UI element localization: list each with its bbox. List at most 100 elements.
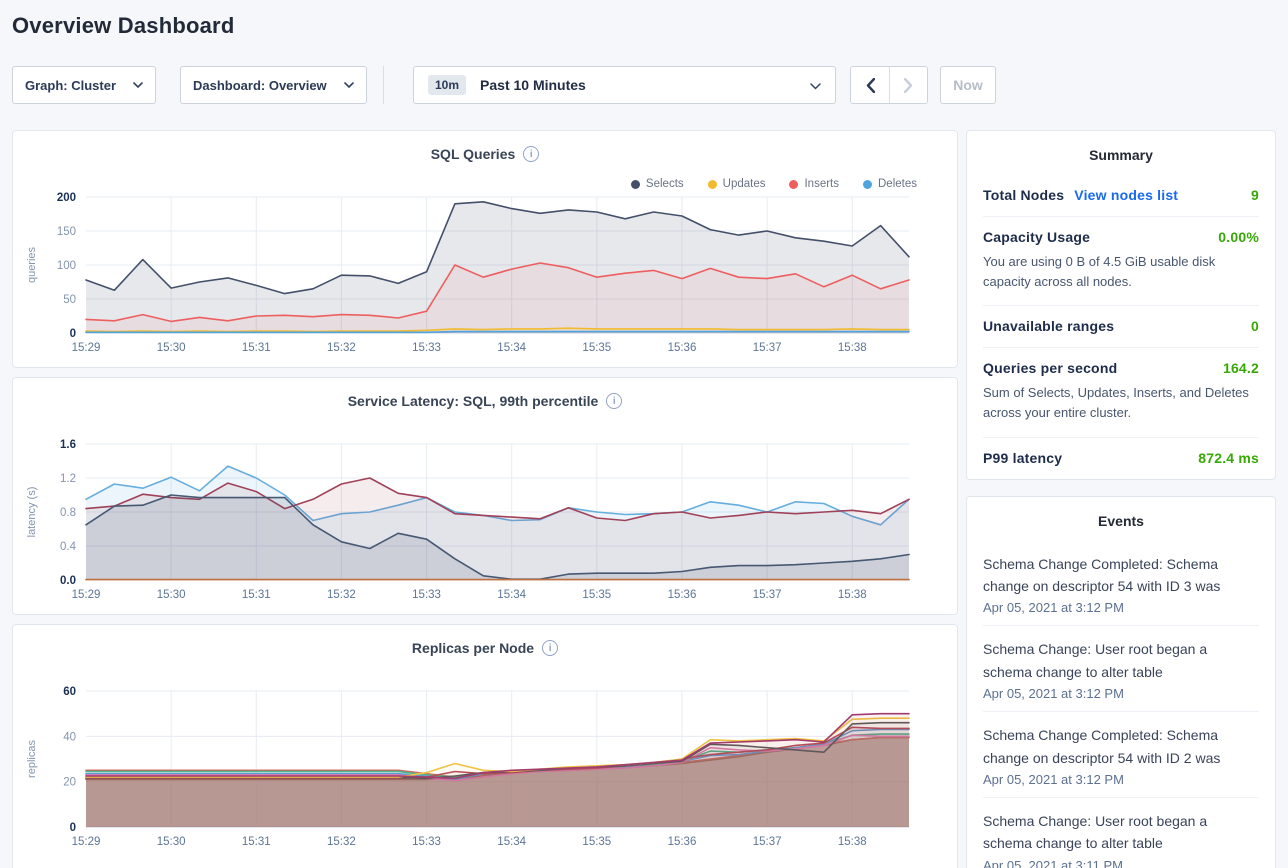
metric-label: Capacity Usage: [983, 229, 1090, 245]
graph-dropdown[interactable]: Graph: Cluster: [12, 66, 156, 104]
svg-text:replicas: replicas: [26, 740, 38, 778]
metric-p99-latency: P99 latency 872.4 ms: [983, 437, 1259, 479]
svg-text:15:36: 15:36: [668, 589, 697, 601]
svg-text:15:35: 15:35: [582, 342, 611, 354]
event-item[interactable]: Schema Change: User root began a schema …: [983, 797, 1259, 868]
svg-text:150: 150: [57, 226, 76, 238]
next-range-button[interactable]: [889, 67, 927, 103]
svg-text:15:29: 15:29: [72, 342, 101, 354]
page-title: Overview Dashboard: [0, 0, 1288, 39]
svg-text:15:33: 15:33: [412, 836, 441, 848]
svg-text:15:34: 15:34: [497, 589, 526, 601]
svg-text:latency (s): latency (s): [26, 487, 38, 538]
svg-text:100: 100: [57, 260, 76, 272]
chart-title: Replicas per Node: [412, 640, 534, 656]
time-range-badge: 10m: [428, 75, 466, 95]
charts-column: SQL Queries i Selects Updates Inserts De…: [12, 130, 958, 868]
svg-text:15:38: 15:38: [838, 342, 867, 354]
svg-text:15:37: 15:37: [753, 342, 782, 354]
info-icon[interactable]: i: [523, 146, 539, 162]
info-icon[interactable]: i: [606, 393, 622, 409]
dashboard-dropdown-label: Dashboard: Overview: [193, 78, 327, 93]
svg-text:15:29: 15:29: [72, 836, 101, 848]
main-content: SQL Queries i Selects Updates Inserts De…: [12, 130, 1276, 868]
service-latency-chart[interactable]: 0.00.40.81.21.615:2915:3015:3115:3215:33…: [13, 428, 959, 606]
metric-value: 0.00%: [1218, 229, 1259, 245]
svg-text:15:29: 15:29: [72, 589, 101, 601]
chevron-left-icon: [866, 78, 875, 93]
metric-label: Unavailable ranges: [983, 318, 1114, 334]
replicas-per-node-chart-card: Replicas per Node i 0 20 40 60 15:29 15:30 15:…: [12, 624, 958, 868]
time-range-picker[interactable]: 10m Past 10 Minutes: [413, 66, 836, 104]
svg-text:15:30: 15:30: [157, 836, 186, 848]
event-message: Schema Change: User root began a schema …: [983, 810, 1259, 855]
svg-text:1.2: 1.2: [60, 473, 76, 485]
time-pager: [850, 66, 928, 104]
summary-title: Summary: [983, 131, 1259, 175]
sql-queries-chart[interactable]: 05010015020015:2915:3015:3115:3215:3315:…: [13, 181, 959, 359]
time-range-label: Past 10 Minutes: [480, 77, 586, 93]
now-button-label: Now: [953, 77, 983, 93]
svg-text:15:32: 15:32: [327, 342, 356, 354]
view-nodes-list-link[interactable]: View nodes list: [1074, 187, 1178, 203]
svg-text:15:31: 15:31: [242, 589, 271, 601]
metric-queries-per-second: Queries per second 164.2 Sum of Selects,…: [983, 347, 1259, 436]
graph-dropdown-label: Graph: Cluster: [25, 78, 116, 93]
svg-text:15:37: 15:37: [753, 589, 782, 601]
chart-title-row: SQL Queries i: [13, 131, 957, 162]
svg-text:50: 50: [63, 294, 76, 306]
svg-text:15:33: 15:33: [412, 342, 441, 354]
svg-text:15:36: 15:36: [668, 342, 697, 354]
event-item[interactable]: Schema Change Completed: Schema change o…: [983, 541, 1259, 626]
replicas-per-node-chart[interactable]: 020406015:2915:3015:3115:3215:3315:3415:…: [13, 675, 959, 853]
summary-panel: Summary Total Nodes View nodes list 9 Ca…: [966, 130, 1276, 480]
svg-text:15:34: 15:34: [497, 836, 526, 848]
chevron-down-icon: [810, 83, 821, 90]
svg-text:0.4: 0.4: [60, 541, 77, 553]
svg-text:15:38: 15:38: [838, 836, 867, 848]
svg-text:15:34: 15:34: [497, 342, 526, 354]
chart-title: Service Latency: SQL, 99th percentile: [348, 393, 599, 409]
event-item[interactable]: Schema Change: User root began a schema …: [983, 625, 1259, 711]
sql-queries-chart-card: SQL Queries i Selects Updates Inserts De…: [12, 130, 958, 368]
now-button[interactable]: Now: [940, 66, 996, 104]
svg-text:60: 60: [63, 686, 76, 698]
event-timestamp: Apr 05, 2021 at 3:12 PM: [983, 600, 1259, 615]
event-timestamp: Apr 05, 2021 at 3:12 PM: [983, 772, 1259, 787]
toolbar: Graph: Cluster Dashboard: Overview 10m P…: [12, 66, 1276, 104]
event-item[interactable]: Schema Change Completed: Schema change o…: [983, 711, 1259, 797]
svg-text:queries: queries: [26, 246, 38, 283]
metric-label: P99 latency: [983, 450, 1062, 466]
svg-text:15:32: 15:32: [327, 836, 356, 848]
svg-text:15:35: 15:35: [582, 836, 611, 848]
svg-text:20: 20: [63, 777, 76, 789]
svg-text:15:36: 15:36: [668, 836, 697, 848]
dashboard-dropdown[interactable]: Dashboard: Overview: [180, 66, 367, 104]
event-message: Schema Change Completed: Schema change o…: [983, 724, 1259, 769]
info-icon[interactable]: i: [542, 640, 558, 656]
events-panel: Events Schema Change Completed: Schema c…: [966, 496, 1276, 868]
svg-text:200: 200: [57, 192, 76, 204]
svg-text:15:38: 15:38: [838, 589, 867, 601]
service-latency-chart-card: Service Latency: SQL, 99th percentile i …: [12, 377, 958, 615]
svg-text:1.6: 1.6: [60, 439, 76, 451]
svg-text:0: 0: [70, 328, 76, 340]
event-timestamp: Apr 05, 2021 at 3:12 PM: [983, 686, 1259, 701]
overview-dashboard-page: Overview Dashboard Graph: Cluster Dashbo…: [0, 0, 1288, 868]
metric-value: 9: [1251, 187, 1259, 203]
svg-text:0.0: 0.0: [60, 575, 76, 587]
metric-caption: You are using 0 B of 4.5 GiB usable disk…: [983, 252, 1259, 292]
event-message: Schema Change: User root began a schema …: [983, 638, 1259, 683]
prev-range-button[interactable]: [851, 67, 889, 103]
metric-capacity-usage: Capacity Usage 0.00% You are using 0 B o…: [983, 216, 1259, 305]
svg-text:40: 40: [63, 731, 76, 743]
metric-value: 164.2: [1223, 360, 1259, 376]
metric-caption: Sum of Selects, Updates, Inserts, and De…: [983, 383, 1259, 423]
event-timestamp: Apr 05, 2021 at 3:11 PM: [983, 858, 1259, 868]
sidebar: Summary Total Nodes View nodes list 9 Ca…: [966, 130, 1276, 868]
svg-text:0.8: 0.8: [60, 507, 76, 519]
svg-text:0: 0: [70, 822, 76, 834]
chart-title-row: Replicas per Node i: [13, 625, 957, 656]
chart-title: SQL Queries: [431, 146, 516, 162]
svg-text:15:31: 15:31: [242, 342, 271, 354]
